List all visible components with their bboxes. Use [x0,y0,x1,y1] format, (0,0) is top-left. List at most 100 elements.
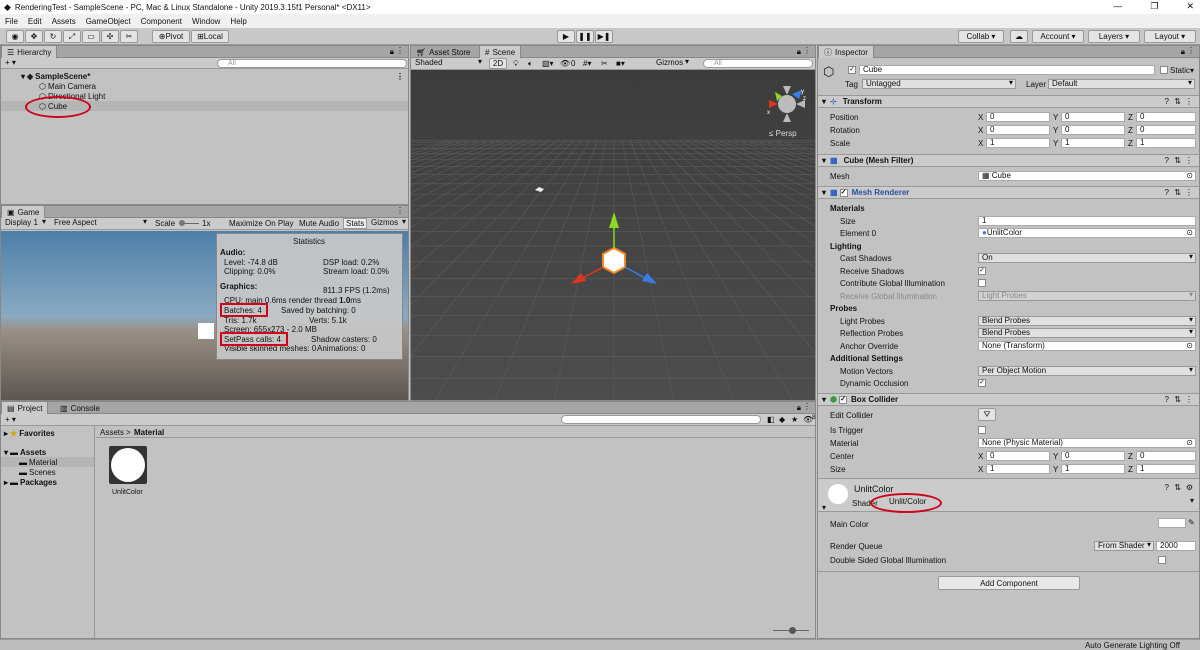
rotation-z-field[interactable]: 0 [1136,125,1196,135]
material-foldout-icon[interactable]: ▾ [822,503,826,512]
lighting-foldout[interactable]: Lighting [830,242,862,251]
scene-menu-icon[interactable]: ⋮ [396,72,404,81]
hand-tool-icon[interactable]: ◉ [6,30,24,43]
static-dropdown-icon[interactable]: ▾ [1190,66,1194,75]
component-menu-icon[interactable]: ⋮ [1185,97,1193,106]
active-checkbox[interactable]: ✓ [848,66,856,74]
transform-header[interactable]: ▾ ⊹ Transform ? ⇅ ⋮ [818,95,1199,108]
menu-component[interactable]: Component [141,17,182,26]
settings-gear-icon[interactable]: ⚙ [1186,483,1193,492]
close-button[interactable]: ✕ [1186,1,1194,12]
center-y-field[interactable]: 0 [1061,451,1125,461]
scale-z-field[interactable]: 1 [1136,138,1196,148]
effects-toggle-icon[interactable]: ▧▾ [542,59,554,68]
object-picker-icon[interactable]: ⊙ [1186,342,1193,350]
menu-icon[interactable]: ⋮ [803,402,811,411]
help-icon[interactable]: ? [1165,188,1169,197]
tree-packages[interactable]: ▸ ▬ Packages [1,477,94,487]
2d-toggle[interactable]: 2D [489,58,507,69]
center-z-field[interactable]: 0 [1136,451,1196,461]
lock-icon[interactable]: 🔒︎ [797,47,801,57]
menu-edit[interactable]: Edit [28,17,42,26]
anchor-override-field[interactable]: None (Transform) ⊙ [978,341,1196,351]
thumbnail-size-handle[interactable] [789,627,796,634]
hidden-objects-icon[interactable]: 👁︎ [560,59,570,68]
scene-viewport[interactable]: y x z [411,70,816,401]
rect-tool-icon[interactable]: ▭ [82,30,100,43]
tab-scene[interactable]: # Scene [479,46,522,58]
menu-icon[interactable]: ⋮ [1187,46,1195,55]
mesh-renderer-enabled-checkbox[interactable]: ✓ [839,188,848,197]
main-color-swatch[interactable] [1158,518,1186,528]
object-name-field[interactable]: Cube [859,65,1155,75]
menu-window[interactable]: Window [192,17,220,26]
object-picker-icon[interactable]: ⊙ [1186,229,1193,237]
favorite-filter-icon[interactable]: ★ [791,415,798,424]
box-collider-enabled-checkbox[interactable]: ✓ [839,395,847,404]
preset-icon[interactable]: ⇅ [1174,97,1181,106]
receive-shadows-checkbox[interactable]: ✓ [978,267,986,275]
cast-shadows-dropdown[interactable]: On [978,253,1196,263]
create-button[interactable]: + ▾ [5,58,16,67]
project-search-input[interactable] [561,415,761,424]
layer-dropdown[interactable]: Default [1048,79,1195,89]
component-menu-icon[interactable]: ⋮ [1185,188,1193,197]
mesh-field[interactable]: ▦ Cube ⊙ [978,171,1196,181]
grid-toggle-icon[interactable]: #▾ [583,59,591,68]
tools-icon[interactable]: ✂ [601,59,608,68]
help-icon[interactable]: ? [1165,483,1169,492]
tree-scenes[interactable]: ▬ Scenes [1,467,94,477]
pivot-toggle[interactable]: ⊕ Pivot [152,30,190,43]
scene-search-input[interactable]: All [703,59,813,68]
rotation-x-field[interactable]: 0 [986,125,1050,135]
materials-foldout[interactable]: Materials [830,204,865,213]
menu-assets[interactable]: Assets [52,17,76,26]
position-y-field[interactable]: 0 [1061,112,1125,122]
component-menu-icon[interactable]: ⋮ [1185,156,1193,165]
collider-material-field[interactable]: None (Physic Material) ⊙ [978,438,1196,448]
collab-button[interactable]: Collab ▾ [958,30,1004,43]
menu-icon[interactable]: ⋮ [396,46,404,55]
project-create-button[interactable]: + ▾ [5,415,16,424]
mesh-filter-header[interactable]: ▾ ▦ Cube (Mesh Filter) ? ⇅ ⋮ [818,154,1199,167]
mute-audio-toggle[interactable]: Mute Audio [299,219,339,228]
game-gizmos-dropdown[interactable]: Gizmos [368,218,408,229]
position-z-field[interactable]: 0 [1136,112,1196,122]
object-picker-icon[interactable]: ⊙ [1186,439,1193,447]
tree-favorites[interactable]: ▸ ★ Favorites [1,428,94,438]
element0-field[interactable]: ●UnlitColor ⊙ [978,228,1196,238]
render-queue-dropdown[interactable]: From Shader [1094,541,1154,551]
shading-mode-dropdown[interactable]: Shaded [412,58,484,69]
move-tool-icon[interactable]: ✥ [25,30,43,43]
aspect-dropdown[interactable]: Free Aspect [51,218,149,229]
add-component-button[interactable]: Add Component [938,576,1080,590]
component-menu-icon[interactable]: ⋮ [1185,395,1193,404]
pause-button[interactable]: ❚❚ [576,30,594,43]
rotation-y-field[interactable]: 0 [1061,125,1125,135]
scale-slider-handle[interactable] [179,220,185,226]
preset-icon[interactable]: ⇅ [1174,156,1181,165]
is-trigger-checkbox[interactable] [978,426,986,434]
size-z-field[interactable]: 1 [1136,464,1196,474]
layers-dropdown[interactable]: Layers ▾ [1088,30,1140,43]
gizmos-dropdown[interactable]: Gizmos [653,58,691,69]
maximize-on-play-toggle[interactable]: Maximize On Play [229,219,293,228]
tree-material[interactable]: ▬ Material [1,457,94,467]
persp-label[interactable]: ≤ Persp [769,129,797,138]
size-x-field[interactable]: 1 [986,464,1050,474]
tab-game[interactable]: ▣ Game [1,206,46,218]
local-toggle[interactable]: ⊞ Local [191,30,229,43]
help-icon[interactable]: ? [1165,97,1169,106]
double-sided-gi-checkbox[interactable] [1158,556,1166,564]
mesh-renderer-header[interactable]: ▾ ▦ ✓ Mesh Renderer ? ⇅ ⋮ [818,186,1199,199]
cloud-button[interactable]: ☁ [1010,30,1028,43]
scale-x-field[interactable]: 1 [986,138,1050,148]
tab-hierarchy[interactable]: ☰ Hierarchy [1,46,58,58]
menu-help[interactable]: Help [230,17,246,26]
tab-inspector[interactable]: ⓘ Inspector [818,46,874,58]
probes-foldout[interactable]: Probes [830,304,857,313]
help-icon[interactable]: ? [1165,156,1169,165]
materials-size-field[interactable]: 1 [978,216,1196,226]
asset-unlitcolor[interactable]: UnlitColor [108,446,148,500]
light-probes-dropdown[interactable]: Blend Probes [978,316,1196,326]
